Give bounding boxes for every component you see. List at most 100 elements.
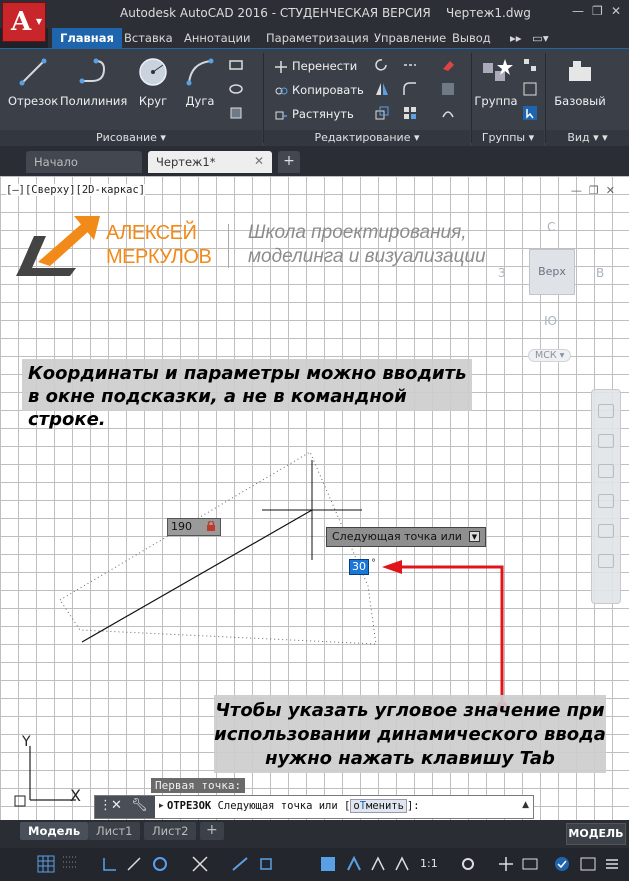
copy-icon: [275, 87, 288, 94]
restore-icon[interactable]: ❐: [592, 4, 603, 18]
clean-screen-icon[interactable]: [578, 854, 598, 874]
rubberband-outline: [59, 451, 377, 645]
autocad-logo-icon: A: [11, 7, 32, 37]
array-icon[interactable]: [402, 105, 418, 121]
fillet-icon[interactable]: [402, 81, 418, 97]
tab-model[interactable]: Модель: [20, 822, 89, 840]
modify-panel-title[interactable]: Редактирование ▾: [264, 130, 470, 146]
caption-top: Координаты и параметры можно вводить в о…: [22, 359, 472, 430]
explode-icon[interactable]: [440, 81, 456, 97]
chevron-down-icon: ▼: [35, 17, 42, 26]
ungroup-icon[interactable]: [522, 57, 538, 73]
tab-annotate[interactable]: Аннотации: [184, 31, 250, 45]
command-prompt-text: ОТРЕЗОК Следующая точка или [оТменить]:: [167, 799, 420, 813]
move-tool-button[interactable]: Перенести: [274, 57, 357, 75]
tab-parametric[interactable]: Параметризация: [266, 31, 369, 45]
window-title: Autodesk AutoCAD 2016 - СТУДЕНЧЕСКАЯ ВЕР…: [120, 6, 531, 20]
group-selection-icon[interactable]: [522, 105, 538, 121]
dynamic-prompt-tooltip[interactable]: Следующая точка или ▼: [326, 527, 486, 547]
drawing-area[interactable]: [–][Сверху][2D-каркас] — ❐ ✕ АЛЕКСЕЙ МЕР…: [0, 176, 629, 820]
base-view-button[interactable]: Базовый: [552, 55, 608, 108]
ribbon-options-icon[interactable]: ▭▾: [532, 31, 549, 45]
tab-start[interactable]: Начало: [26, 151, 142, 173]
angle-dynamic-input[interactable]: 30 °: [349, 558, 376, 575]
groups-panel-title[interactable]: Группы ▾: [472, 130, 544, 146]
rotate-icon[interactable]: [374, 57, 390, 73]
lineweight-icon[interactable]: [230, 854, 250, 874]
circle-icon: [139, 58, 167, 86]
stretch-tool-button[interactable]: Растянуть: [274, 105, 354, 123]
new-layout-button[interactable]: +: [200, 822, 224, 840]
lock-icon: [207, 521, 215, 531]
length-dynamic-input[interactable]: 190: [167, 518, 221, 536]
erase-icon[interactable]: [440, 57, 456, 73]
red-arrowhead-icon: [382, 560, 402, 574]
copy-tool-button[interactable]: Копировать: [274, 81, 364, 99]
offset-icon[interactable]: [440, 105, 456, 121]
more-tabs-icon[interactable]: ▸▸: [510, 31, 522, 45]
group-edit-icon[interactable]: [522, 81, 538, 97]
layout-tab-bar: Модель Лист1 Лист2 + МОДЕЛЬ: [0, 820, 629, 848]
title-bar: A ▼ Autodesk AutoCAD 2016 - СТУДЕНЧЕСКАЯ…: [0, 0, 629, 42]
ortho-icon[interactable]: [100, 854, 120, 874]
draw-panel-title[interactable]: Рисование ▾: [0, 130, 262, 146]
mirror-icon[interactable]: [374, 81, 390, 97]
new-tab-button[interactable]: +: [278, 151, 300, 173]
model-space-button[interactable]: МОДЕЛЬ: [566, 823, 626, 845]
annotation-visibility-icon[interactable]: [392, 854, 412, 874]
line-tool-button[interactable]: Отрезок: [8, 55, 58, 108]
tab-insert[interactable]: Вставка: [124, 31, 173, 45]
snap-icon[interactable]: [60, 854, 80, 874]
tab-home[interactable]: Главная: [52, 28, 122, 48]
undo-option[interactable]: оТменить: [350, 799, 407, 813]
scale-icon[interactable]: [374, 105, 390, 121]
dynamic-ucs-icon[interactable]: [368, 854, 388, 874]
close-icon[interactable]: ✕: [111, 798, 122, 813]
transparency-icon[interactable]: [318, 854, 338, 874]
tab-drawing[interactable]: Чертеж1* ✕: [148, 151, 272, 173]
isodraft-icon[interactable]: [150, 854, 170, 874]
rectangle-icon[interactable]: [228, 57, 244, 73]
wrench-icon[interactable]: 🔧︎: [131, 798, 148, 813]
line-icon: [19, 58, 47, 86]
arc-tool-button[interactable]: Дуга: [182, 55, 218, 108]
tab-layout2[interactable]: Лист2: [144, 822, 197, 840]
units-icon[interactable]: [520, 854, 540, 874]
hardware-acceleration-icon[interactable]: [552, 854, 572, 874]
command-prompt-icon: ▸: [159, 801, 164, 811]
trim-icon[interactable]: [402, 57, 418, 73]
osnap-icon[interactable]: [256, 854, 276, 874]
polyline-icon: [79, 58, 106, 84]
circle-tool-button[interactable]: Круг: [134, 55, 172, 108]
workspace-gear-icon[interactable]: [458, 854, 478, 874]
region-icon[interactable]: [228, 105, 244, 121]
group-tool-button[interactable]: Группа: [474, 55, 518, 108]
ucs-origin-box: [14, 795, 26, 807]
minimize-icon[interactable]: —: [572, 4, 584, 18]
object-snap-tracking-icon[interactable]: [190, 854, 210, 874]
view-panel-title[interactable]: Вид ▾ ▾: [546, 130, 629, 146]
customization-icon[interactable]: [602, 854, 622, 874]
tab-output[interactable]: Вывод: [452, 31, 491, 45]
chevron-down-icon[interactable]: ▼: [469, 531, 480, 542]
ribbon-panels: Отрезок Полилиния Круг Дуга Рисование ▾ …: [0, 48, 629, 146]
ucs-y-label: Y: [22, 734, 31, 750]
command-history-toggle-icon[interactable]: ▲: [522, 800, 529, 810]
annotation-monitor-icon[interactable]: [496, 854, 516, 874]
command-line-tools: ⋮ ✕ 🔧︎: [95, 796, 155, 818]
polar-icon[interactable]: [124, 854, 144, 874]
hatch-icon[interactable]: [228, 81, 244, 97]
annotation-scale[interactable]: 1:1: [420, 857, 438, 870]
status-bar: 1:1: [0, 848, 629, 881]
command-history-line: Первая точка:: [151, 778, 246, 793]
grid-icon[interactable]: [36, 854, 56, 874]
polyline-tool-button[interactable]: Полилиния: [60, 55, 127, 108]
tab-manage[interactable]: Управление: [374, 31, 446, 45]
tab-layout1[interactable]: Лист1: [88, 822, 141, 840]
close-tab-icon[interactable]: ✕: [254, 154, 264, 168]
command-line[interactable]: ⋮ ✕ 🔧︎ ▸ ОТРЕЗОК Следующая точка или [оТ…: [94, 795, 534, 819]
selection-cycling-icon[interactable]: [344, 854, 364, 874]
application-menu-button[interactable]: A ▼: [2, 2, 46, 42]
stretch-icon: [275, 111, 287, 119]
close-icon[interactable]: ✕: [611, 4, 621, 18]
